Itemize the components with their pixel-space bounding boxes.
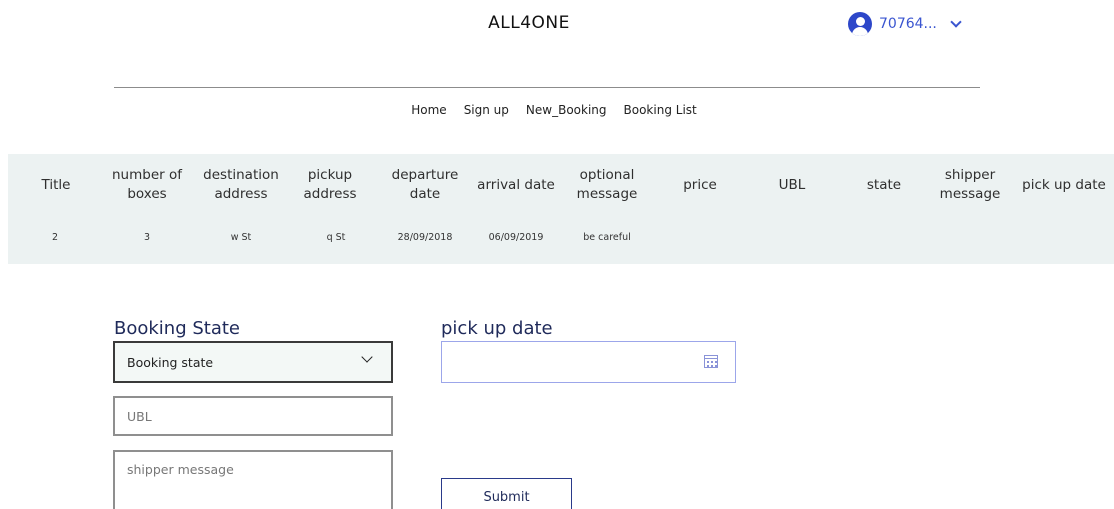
column-header-price: price — [683, 176, 717, 193]
shipper-message-textarea[interactable]: shipper message — [113, 450, 393, 509]
nav-item-new-booking[interactable]: New_Booking — [526, 103, 607, 117]
calendar-icon[interactable] — [704, 355, 718, 368]
column-header-shipper-message: shipper message — [939, 167, 1001, 202]
column-header-departure-date: departure date — [391, 167, 459, 202]
column-header-destination-address: destination address — [203, 167, 279, 202]
user-menu[interactable]: 70764... — [848, 12, 962, 36]
booking-state-value: Booking state — [127, 354, 214, 370]
nav-item-booking-list[interactable]: Booking List — [624, 103, 697, 117]
column-header-ubl: UBL — [778, 176, 806, 193]
table-cell-title: 2 — [51, 232, 59, 243]
column-header-state: state — [866, 176, 902, 193]
pickup-date-input[interactable] — [441, 341, 736, 383]
main-nav: Home Sign up New_Booking Booking List — [0, 103, 1114, 117]
column-header-title: Title — [41, 176, 71, 193]
chevron-down-icon — [361, 351, 373, 363]
avatar-icon[interactable] — [848, 12, 872, 36]
nav-item-sign-up[interactable]: Sign up — [464, 103, 509, 117]
pickup-date-label: pick up date — [441, 318, 553, 339]
shipper-message-placeholder: shipper message — [127, 462, 234, 477]
ubl-placeholder: UBL — [127, 408, 152, 424]
booking-table: Title number of boxes destination address … — [8, 154, 1114, 264]
table-cell-optional-message: be careful — [583, 232, 631, 243]
table-cell-departure-date: 28/09/2018 — [397, 232, 453, 243]
column-header-pick-up-date: pick up date — [1022, 176, 1106, 193]
column-header-pickup-address: pickup address — [303, 167, 357, 202]
table-cell-number-of-boxes: 3 — [143, 232, 151, 243]
booking-state-label: Booking State — [114, 318, 240, 339]
table-cell-destination-address: w St — [230, 232, 252, 243]
column-header-number-of-boxes: number of boxes — [112, 167, 182, 202]
column-header-arrival-date: arrival date — [477, 176, 555, 193]
table-cell-pickup-address: q St — [326, 232, 346, 243]
header-divider — [114, 87, 980, 88]
booking-state-select[interactable]: Booking state — [113, 341, 393, 383]
column-header-optional-message: optional message — [576, 167, 638, 202]
user-name[interactable]: 70764... — [879, 16, 937, 32]
nav-item-home[interactable]: Home — [411, 103, 446, 117]
chevron-down-icon[interactable] — [950, 16, 962, 28]
table-cell-arrival-date: 06/09/2019 — [488, 232, 544, 243]
ubl-input[interactable]: UBL — [113, 396, 393, 436]
submit-button[interactable]: Submit — [441, 478, 572, 509]
